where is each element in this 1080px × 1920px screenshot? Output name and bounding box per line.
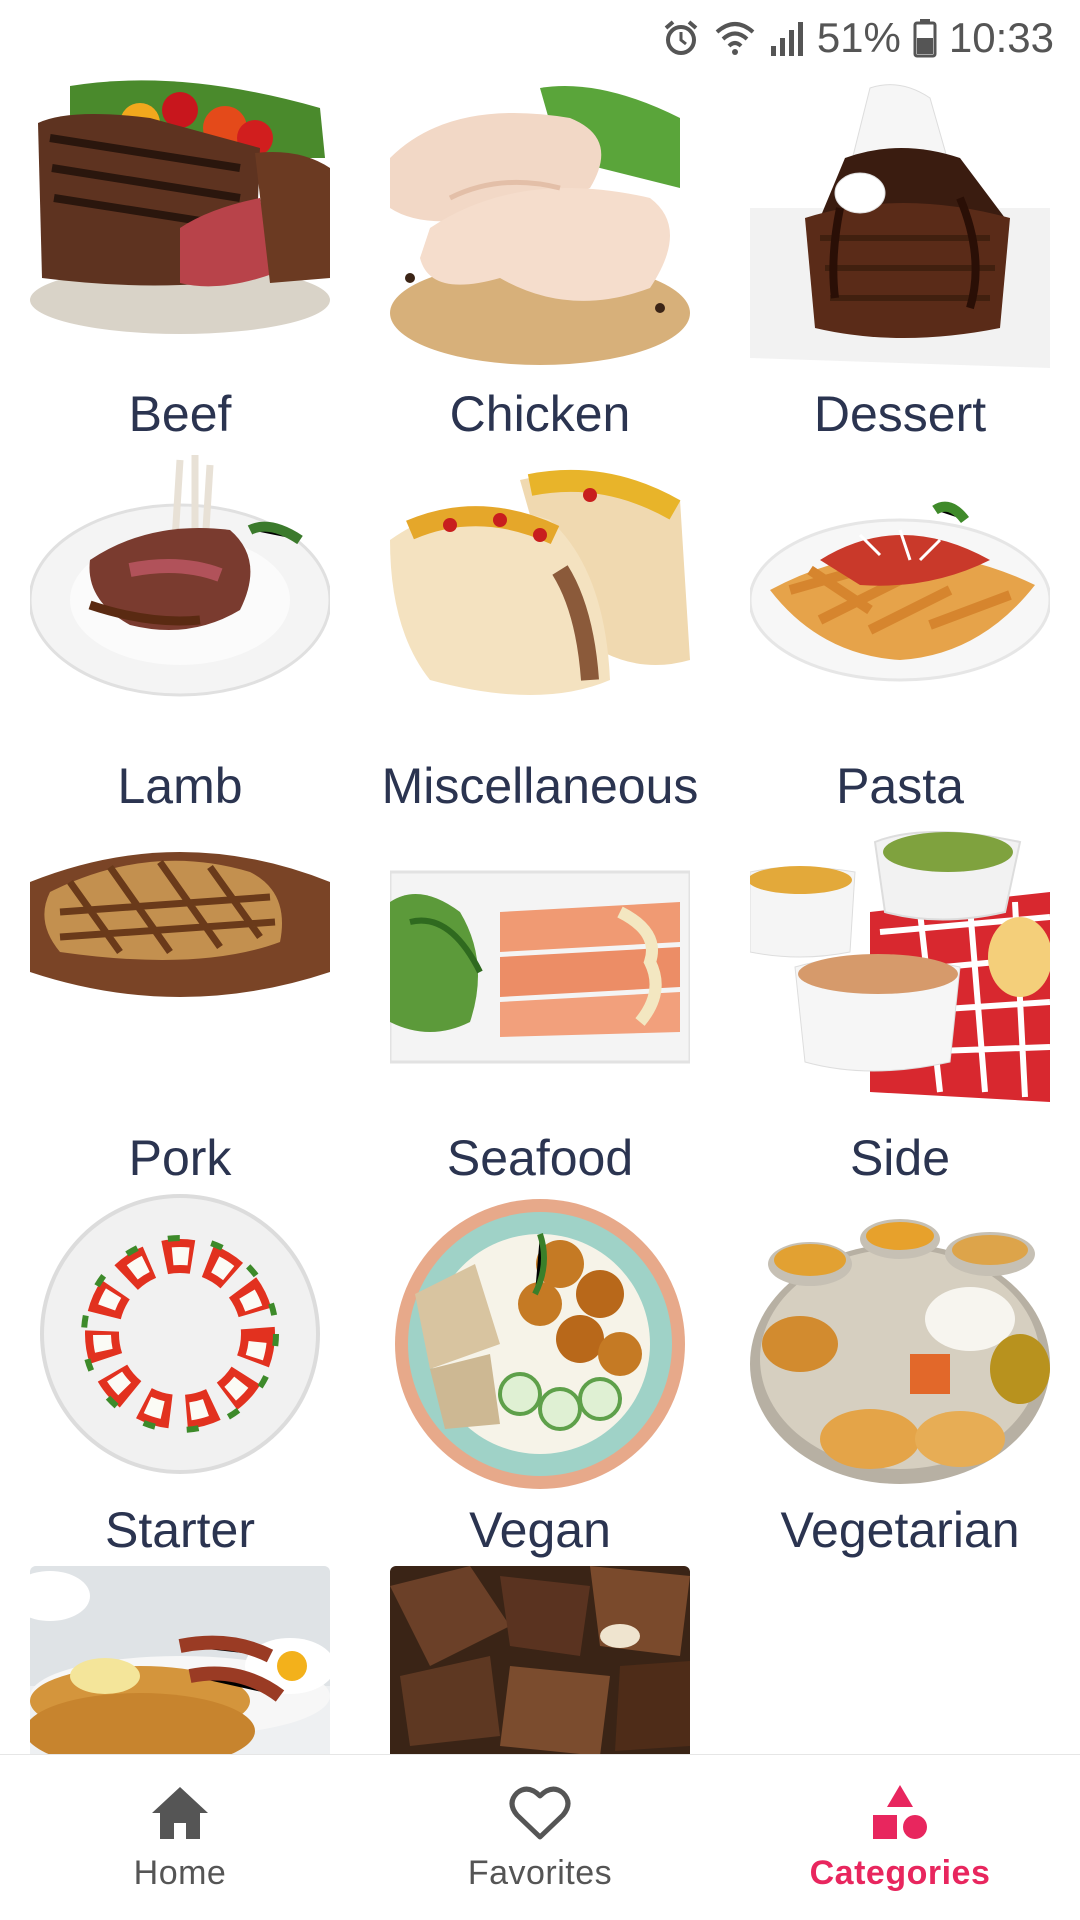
dessert-photo — [750, 78, 1050, 378]
thali-photo — [750, 1194, 1050, 1494]
category-label: Chicken — [449, 386, 631, 442]
category-grid: Beef Chicken Dessert Lamb Miscellaneous … — [0, 78, 1080, 1754]
bottom-navigation: Home Favorites Categories — [0, 1754, 1080, 1920]
category-label: Side — [849, 1130, 951, 1186]
heart-icon — [509, 1782, 571, 1844]
pork-photo — [30, 822, 330, 1122]
category-tile-lamb[interactable]: Lamb — [30, 450, 330, 822]
category-label: Starter — [104, 1502, 256, 1558]
category-label: Dessert — [813, 386, 987, 442]
category-tile-miscellaneous[interactable]: Miscellaneous — [382, 450, 698, 822]
nav-favorites[interactable]: Favorites — [360, 1755, 720, 1920]
category-label: Lamb — [117, 758, 243, 814]
nav-categories[interactable]: Categories — [720, 1755, 1080, 1920]
battery-icon — [913, 18, 937, 58]
category-label: Miscellaneous — [381, 758, 699, 814]
signal-icon — [769, 18, 805, 58]
nav-categories-label: Categories — [809, 1854, 991, 1892]
alarm-icon — [661, 18, 701, 58]
falafel-bowl-photo — [390, 1194, 690, 1494]
pasta-photo — [750, 450, 1050, 750]
nav-home-label: Home — [133, 1854, 227, 1892]
category-tile-seafood[interactable]: Seafood — [390, 822, 690, 1194]
chicken-photo — [390, 78, 690, 378]
status-bar: 51% 10:33 — [0, 0, 1080, 75]
category-tile-breakfast[interactable] — [30, 1566, 330, 1754]
category-tile-side[interactable]: Side — [750, 822, 1050, 1194]
nav-favorites-label: Favorites — [467, 1854, 613, 1892]
goat-meat-photo — [390, 1566, 690, 1754]
sides-photo — [750, 822, 1050, 1122]
caprese-photo — [30, 1194, 330, 1494]
category-tile-pork[interactable]: Pork — [30, 822, 330, 1194]
category-tile-pasta[interactable]: Pasta — [750, 450, 1050, 822]
category-tile-beef[interactable]: Beef — [30, 78, 330, 450]
wifi-icon — [713, 18, 757, 58]
clock: 10:33 — [948, 13, 1054, 61]
nav-home[interactable]: Home — [0, 1755, 360, 1920]
category-tile-vegan[interactable]: Vegan — [390, 1194, 690, 1566]
category-label: Vegetarian — [780, 1502, 1020, 1558]
category-label: Beef — [128, 386, 232, 442]
category-label: Pasta — [836, 758, 964, 814]
salmon-photo — [390, 822, 690, 1122]
categories-icon — [869, 1782, 931, 1844]
category-tile-starter[interactable]: Starter — [30, 1194, 330, 1566]
category-label: Vegan — [469, 1502, 611, 1558]
lamb-photo — [30, 450, 330, 750]
category-tile-vegetarian[interactable]: Vegetarian — [750, 1194, 1050, 1566]
category-tile-dessert[interactable]: Dessert — [750, 78, 1050, 450]
tacos-photo — [390, 450, 690, 750]
battery-percent: 51% — [816, 13, 901, 61]
home-icon — [149, 1782, 211, 1844]
category-label: Pork — [128, 1130, 232, 1186]
breakfast-photo — [30, 1566, 330, 1754]
category-label: Seafood — [446, 1130, 634, 1186]
category-tile-goat[interactable] — [390, 1566, 690, 1754]
category-tile-chicken[interactable]: Chicken — [390, 78, 690, 450]
beef-photo — [30, 78, 330, 378]
